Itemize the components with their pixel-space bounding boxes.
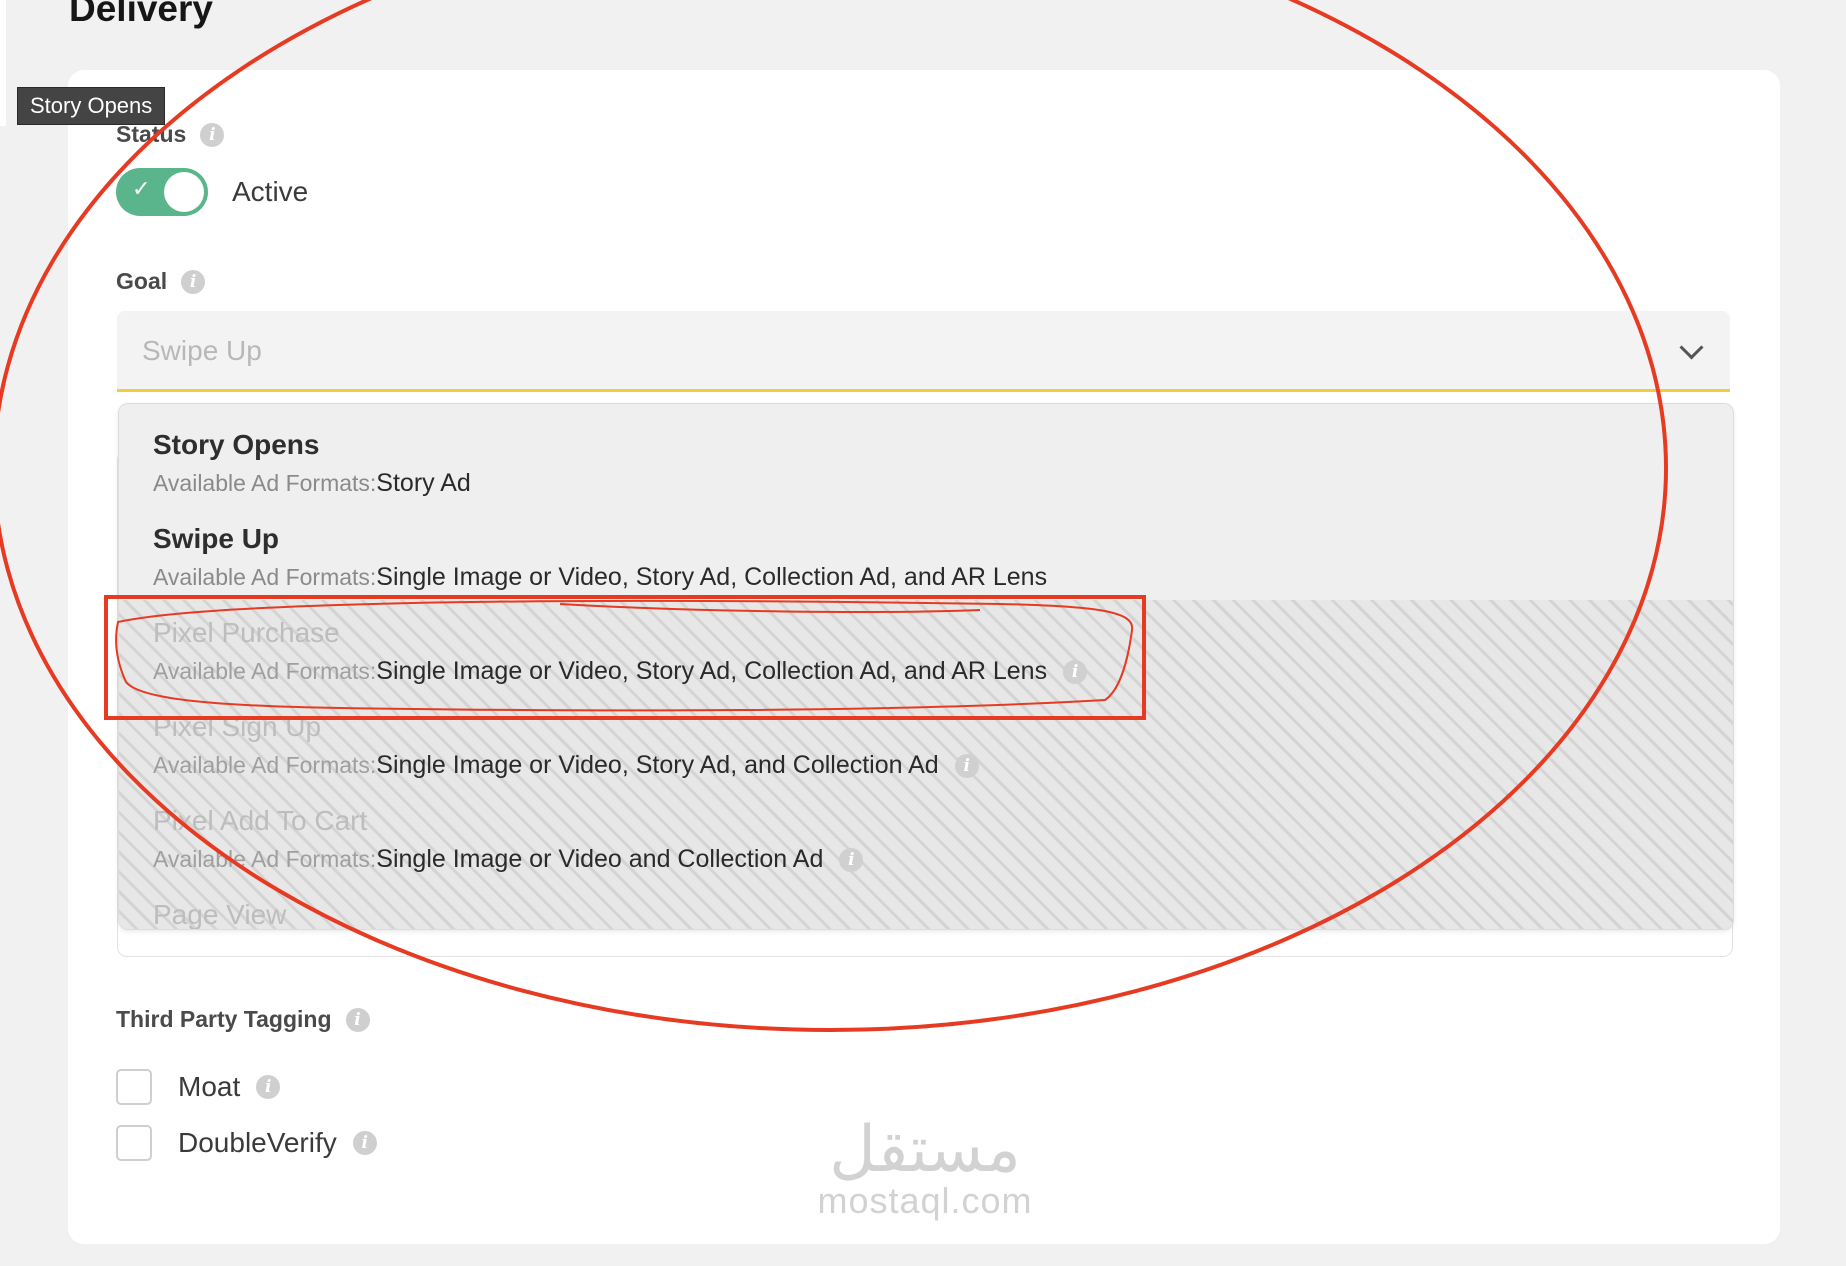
option-formats: Available Ad Formats: Single Image or Vi… xyxy=(153,751,979,780)
goal-select-value: Swipe Up xyxy=(142,335,262,366)
option-formats: Available Ad Formats: Single Image or Vi… xyxy=(153,657,1088,686)
option-name: Pixel Purchase xyxy=(153,617,340,648)
page-title: Delivery xyxy=(69,0,213,29)
doubleverify-label: DoubleVerify xyxy=(178,1127,337,1158)
option-formats-label: Available Ad Formats: xyxy=(153,658,377,684)
tooltip: Story Opens xyxy=(17,87,166,125)
doubleverify-option[interactable]: DoubleVerify i xyxy=(116,1125,377,1161)
option-formats: Available Ad Formats: Single Image or Vi… xyxy=(153,845,864,874)
check-icon: ✓ xyxy=(132,176,151,201)
info-icon[interactable]: i xyxy=(954,753,979,778)
status-toggle[interactable]: ✓ xyxy=(116,168,208,216)
dropdown-option-story-opens[interactable]: Story Opens Available Ad Formats: Story … xyxy=(153,429,471,498)
doubleverify-checkbox[interactable] xyxy=(116,1125,152,1161)
toggle-knob xyxy=(164,172,204,212)
dropdown-option-pixel-sign-up: Pixel Sign Up Available Ad Formats: Sing… xyxy=(153,711,979,780)
option-name: Page View xyxy=(153,899,287,930)
info-icon[interactable]: i xyxy=(839,847,864,872)
status-value: Active xyxy=(232,176,309,207)
chevron-down-icon[interactable] xyxy=(1679,335,1704,360)
dropdown-option-pixel-purchase: Pixel Purchase Available Ad Formats: Sin… xyxy=(153,617,1088,686)
watermark-arabic: مستقل xyxy=(829,1113,1021,1187)
watermark-latin: mostaql.com xyxy=(817,1180,1033,1221)
status-label: Status i xyxy=(116,121,225,148)
option-name: Swipe Up xyxy=(153,523,280,554)
info-icon[interactable]: i xyxy=(256,1075,281,1099)
option-formats-value: Single Image or Video, Story Ad, Collect… xyxy=(376,563,1048,591)
option-name: Pixel Add To Cart xyxy=(153,805,368,836)
dropdown-option-pixel-add-to-cart: Pixel Add To Cart Available Ad Formats: … xyxy=(153,805,864,874)
goal-label-text: Goal xyxy=(116,268,168,294)
info-icon[interactable]: i xyxy=(1063,659,1088,684)
option-formats-value: Single Image or Video, Story Ad, and Col… xyxy=(376,751,939,779)
option-formats-value: Story Ad xyxy=(376,469,471,497)
option-formats-label: Available Ad Formats: xyxy=(153,564,377,590)
option-formats: Available Ad Formats: Single Image or Vi… xyxy=(153,563,1047,592)
info-icon[interactable]: i xyxy=(200,122,225,147)
goal-dropdown-menu: Story Opens Available Ad Formats: Story … xyxy=(118,403,1734,930)
moat-checkbox[interactable] xyxy=(116,1069,152,1105)
option-formats-value: Single Image or Video, Story Ad, Collect… xyxy=(376,657,1048,685)
info-icon[interactable]: i xyxy=(181,269,206,294)
option-formats-value: Single Image or Video and Collection Ad xyxy=(376,845,824,873)
option-name: Story Opens xyxy=(153,429,320,460)
status-label-text: Status xyxy=(116,121,187,147)
goal-label: Goal i xyxy=(116,268,206,295)
moat-option[interactable]: Moat i xyxy=(116,1069,281,1105)
goal-select[interactable]: Swipe Up xyxy=(117,311,1730,392)
left-edge-strip xyxy=(0,0,6,126)
info-icon[interactable]: i xyxy=(345,1007,370,1032)
option-formats-label: Available Ad Formats: xyxy=(153,846,377,872)
watermark: مستقل mostaql.com xyxy=(810,1113,1040,1222)
third-party-tagging-label: Third Party Tagging i xyxy=(116,1006,370,1033)
option-name: Pixel Sign Up xyxy=(153,711,322,742)
option-formats: Available Ad Formats: Story Ad xyxy=(153,469,471,498)
third-party-tagging-label-text: Third Party Tagging xyxy=(116,1006,332,1032)
option-formats-label: Available Ad Formats: xyxy=(153,752,377,778)
info-icon[interactable]: i xyxy=(352,1131,377,1155)
moat-label: Moat xyxy=(178,1071,241,1102)
option-formats-label: Available Ad Formats: xyxy=(153,470,377,496)
dropdown-option-swipe-up[interactable]: Swipe Up Available Ad Formats: Single Im… xyxy=(153,523,1047,592)
dropdown-option-page-view: Page View xyxy=(153,899,287,930)
